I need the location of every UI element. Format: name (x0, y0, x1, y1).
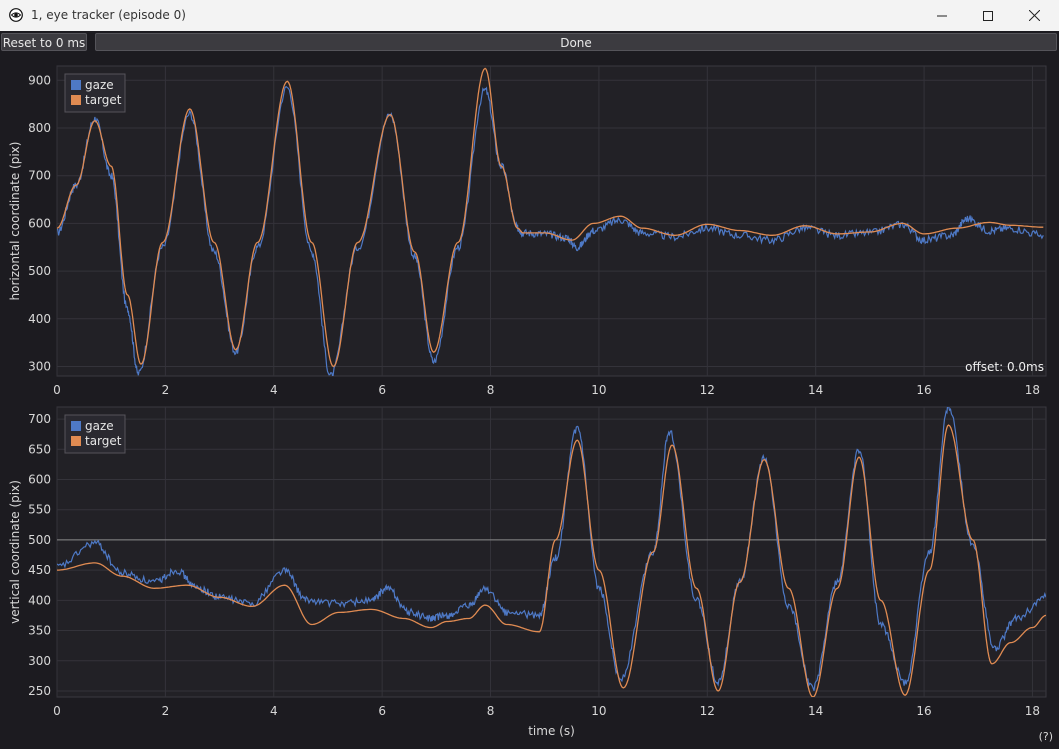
x-tick-label: 14 (808, 383, 823, 397)
x-tick-label: 2 (162, 704, 170, 718)
offset-annotation: offset: 0.0ms (965, 360, 1044, 374)
reset-offset-button[interactable]: Reset to 0 ms (1, 33, 87, 51)
x-tick-label: 12 (700, 383, 715, 397)
plot-panel-1: 0 2 4 6 8 10 12 14 16 18 300 400 500 600 700 800 900 hori… (8, 65, 1047, 397)
legend-swatch-gaze (71, 421, 81, 431)
y-tick-label: 650 (28, 442, 51, 456)
y-tick-label: 450 (28, 563, 51, 577)
x-tick-label: 18 (1025, 704, 1040, 718)
legend-label-gaze: gaze (85, 419, 114, 433)
x-tick-label: 12 (700, 704, 715, 718)
legend: gazetarget (64, 73, 126, 113)
legend-label-gaze: gaze (85, 78, 114, 92)
x-tick-label: 14 (808, 704, 823, 718)
y-tick-label: 900 (28, 73, 51, 87)
y-tick-label: 300 (28, 654, 51, 668)
y-axis-label: vertical coordinate (pix) (8, 480, 22, 624)
y-tick-label: 400 (28, 312, 51, 326)
x-tick-label: 0 (53, 383, 61, 397)
help-link[interactable]: (?) (1039, 730, 1053, 743)
legend-label-target: target (85, 93, 122, 107)
legend-swatch-gaze (71, 80, 81, 90)
y-axis-label: horizontal coordinate (pix) (8, 142, 22, 301)
x-tick-label: 16 (916, 383, 931, 397)
x-tick-label: 2 (162, 383, 170, 397)
y-tick-label: 600 (28, 216, 51, 230)
x-tick-label: 8 (487, 704, 495, 718)
close-icon (1028, 10, 1040, 21)
y-tick-label: 600 (28, 473, 51, 487)
y-tick-label: 700 (28, 412, 51, 426)
eye-icon (9, 8, 23, 22)
y-tick-label: 250 (28, 684, 51, 698)
maximize-button[interactable] (965, 0, 1011, 31)
legend-label-target: target (85, 434, 122, 448)
eye-tracker-chart: 0 2 4 6 8 10 12 14 16 18 300 400 500 600 700 800 900 hori… (8, 65, 1047, 738)
x-tick-label: 4 (270, 704, 278, 718)
y-tick-label: 350 (28, 624, 51, 638)
x-tick-label: 18 (1025, 383, 1040, 397)
x-tick-label: 16 (916, 704, 931, 718)
y-tick-label: 500 (28, 264, 51, 278)
plot-panel-2: 0 2 4 6 8 10 12 14 16 18 250 300 350 400 450 500 550 600 6… (8, 406, 1047, 738)
x-tick-label: 6 (378, 704, 386, 718)
y-tick-label: 400 (28, 593, 51, 607)
y-tick-label: 700 (28, 169, 51, 183)
x-tick-label: 10 (591, 383, 606, 397)
y-tick-label: 550 (28, 503, 51, 517)
minimize-button[interactable] (919, 0, 965, 31)
done-button[interactable]: Done (95, 33, 1057, 51)
toolbar: Reset to 0 ms Done (0, 31, 1059, 53)
plot-area (56, 65, 1047, 377)
maximize-icon (983, 10, 993, 21)
x-tick-label: 6 (378, 383, 386, 397)
x-tick-label: 4 (270, 383, 278, 397)
legend: gazetarget (64, 414, 126, 454)
close-button[interactable] (1011, 0, 1057, 31)
window-title: 1, eye tracker (episode 0) (31, 8, 186, 22)
legend-swatch-target (71, 95, 81, 105)
x-tick-label: 0 (53, 704, 61, 718)
minimize-icon (937, 15, 947, 16)
title-bar: 1, eye tracker (episode 0) (0, 0, 1059, 32)
y-tick-label: 300 (28, 359, 51, 373)
y-tick-label: 800 (28, 121, 51, 135)
x-tick-label: 10 (591, 704, 606, 718)
legend-swatch-target (71, 436, 81, 446)
x-axis-label: time (s) (528, 724, 575, 738)
y-tick-label: 500 (28, 533, 51, 547)
x-tick-label: 8 (487, 383, 495, 397)
